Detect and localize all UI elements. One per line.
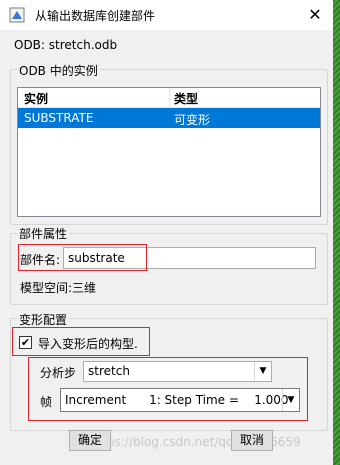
part-properties-group-title: 部件属性: [17, 225, 70, 242]
annotation-highlight-import: [12, 327, 150, 356]
cancel-button[interactable]: 取消: [231, 430, 273, 451]
instances-group-title: ODB 中的实例: [17, 62, 100, 79]
annotation-highlight-part-name: [18, 244, 147, 271]
close-icon[interactable]: ✕: [300, 1, 330, 29]
instances-table[interactable]: 实例 类型 SUBSTRATE 可变形: [17, 87, 321, 217]
annotation-highlight-step-frame: [28, 357, 308, 421]
title-bar[interactable]: 从输出数据库创建部件 ✕: [0, 0, 333, 30]
background-window-edge: [333, 0, 340, 465]
table-row[interactable]: SUBSTRATE 可变形: [18, 108, 320, 128]
column-header-instance[interactable]: 实例: [24, 90, 48, 107]
deformed-config-group-title: 变形配置: [17, 311, 70, 328]
model-space-text: 模型空间:三维: [20, 281, 97, 295]
row-instance-type: 可变形: [174, 113, 211, 127]
app-icon: [9, 7, 25, 23]
dialog-window: 从输出数据库创建部件 ✕ ODB: stretch.odb ODB 中的实例 实…: [0, 0, 334, 465]
column-divider[interactable]: [169, 88, 170, 107]
column-header-type[interactable]: 类型: [174, 90, 198, 107]
ok-button[interactable]: 确定: [69, 430, 111, 451]
odb-file-label: ODB: stretch.odb: [14, 38, 118, 52]
table-header: 实例 类型: [18, 88, 320, 108]
row-instance-name: SUBSTRATE: [24, 111, 94, 125]
window-title: 从输出数据库创建部件: [35, 9, 156, 23]
